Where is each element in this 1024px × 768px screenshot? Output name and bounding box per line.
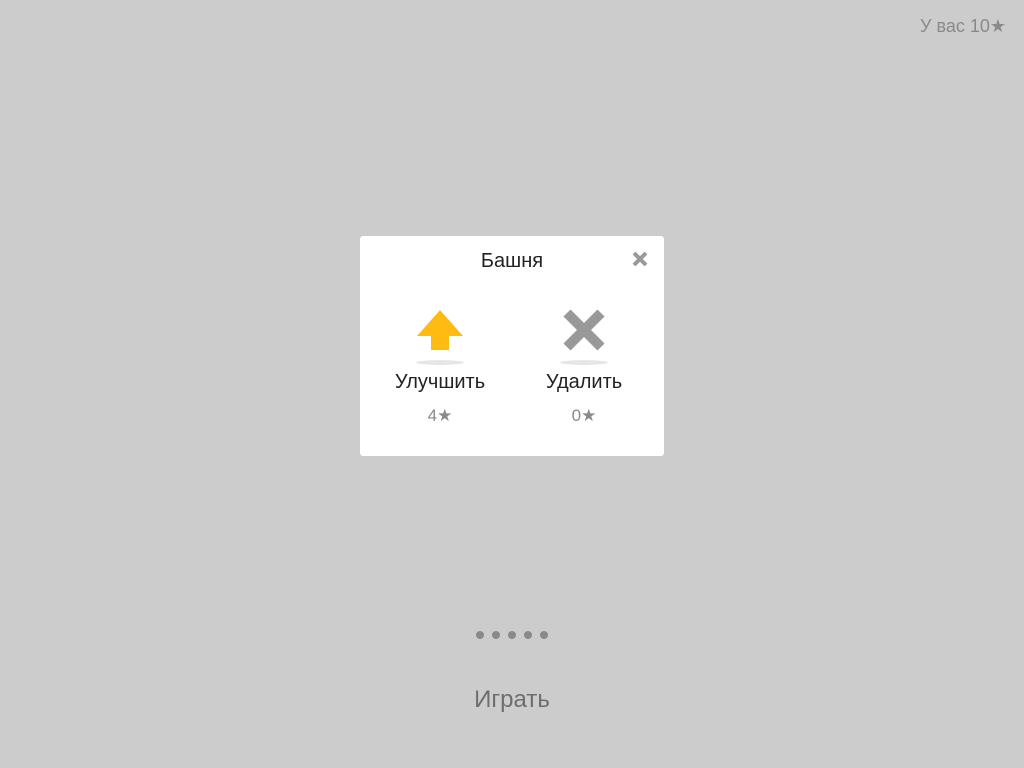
icon-shadow	[416, 360, 464, 365]
arrow-up-icon	[417, 310, 463, 350]
remove-label: Удалить	[545, 371, 623, 393]
star-balance: У вас 10★	[920, 16, 1006, 36]
page-dot[interactable]	[524, 631, 532, 639]
page-dot[interactable]	[540, 631, 548, 639]
page-dot[interactable]	[476, 631, 484, 639]
play-button[interactable]: Играть	[0, 686, 1024, 714]
page-dot[interactable]	[508, 631, 516, 639]
page-indicator	[0, 631, 1024, 639]
close-icon[interactable]	[630, 249, 650, 269]
tower-modal: Башня Улучшить 4★ Удалить 0★	[360, 236, 664, 456]
upgrade-cost: 4★	[427, 406, 453, 425]
upgrade-label: Улучшить	[394, 371, 486, 393]
page-dot[interactable]	[492, 631, 500, 639]
x-icon	[563, 309, 605, 351]
remove-cost: 0★	[571, 406, 597, 425]
remove-button[interactable]: Удалить 0★	[514, 306, 654, 426]
modal-title: Башня	[480, 250, 544, 272]
upgrade-button[interactable]: Улучшить 4★	[370, 306, 510, 426]
icon-shadow	[560, 360, 608, 365]
